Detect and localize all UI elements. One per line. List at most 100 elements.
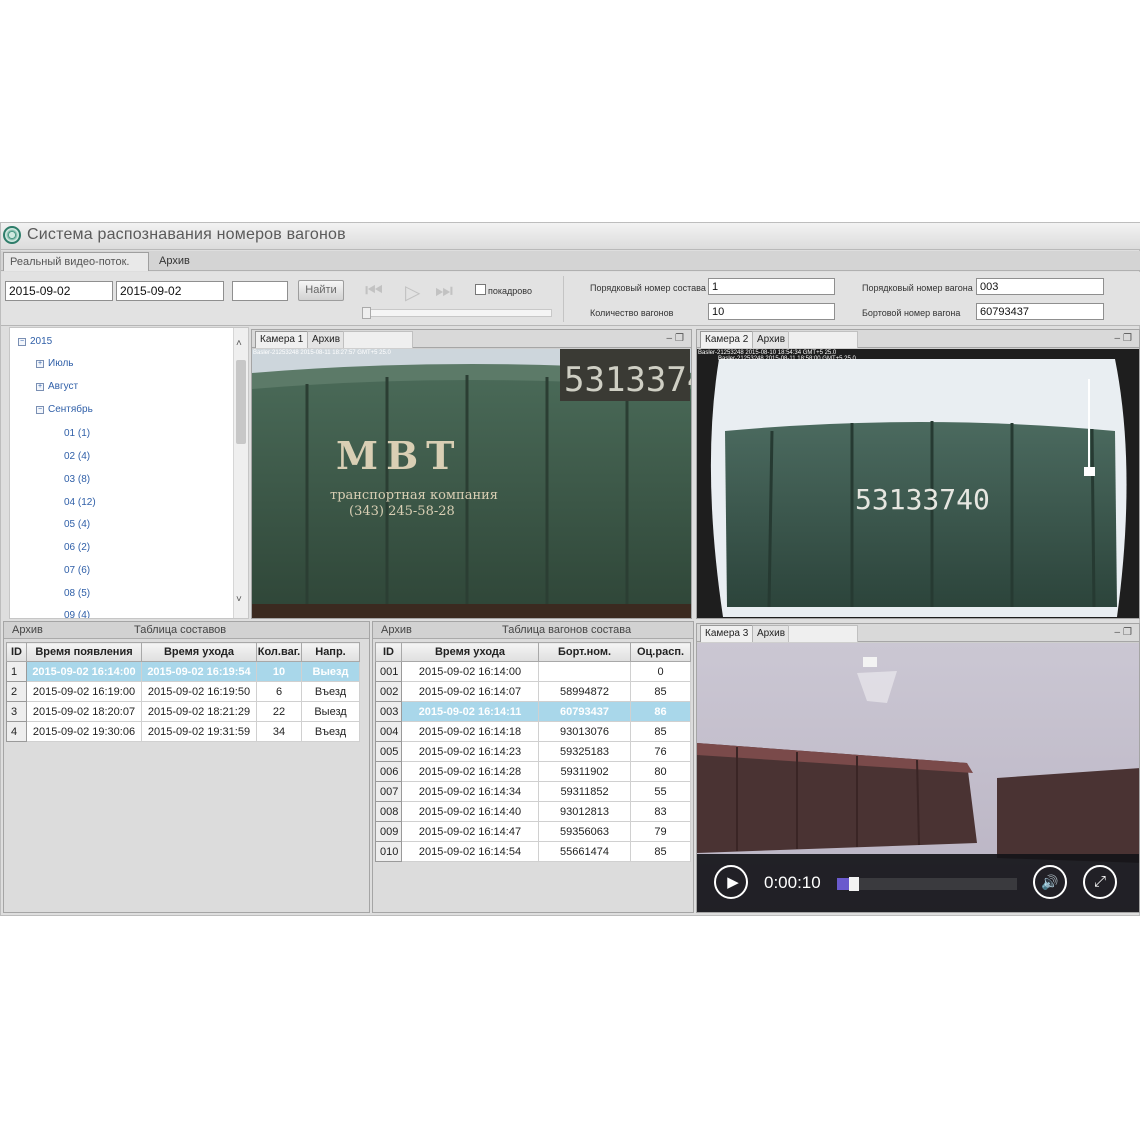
play-icon[interactable]: ▷ xyxy=(405,280,420,305)
table-row[interactable]: 002 2015-09-02 16:14:07 58994872 85 xyxy=(375,681,691,702)
camera-1-overlay-text: Basler-21253248 2015-08-11 18:27:57 GMT+… xyxy=(253,350,391,356)
column-header[interactable]: Время появления xyxy=(26,642,142,662)
video-time: 0:00:10 xyxy=(764,873,821,892)
wagon-count-field[interactable] xyxy=(708,303,835,320)
table-row[interactable]: 001 2015-09-02 16:14:00 0 xyxy=(375,661,691,682)
table-row[interactable]: 009 2015-09-02 16:14:47 59356063 79 xyxy=(375,821,691,842)
table-cell: 80 xyxy=(630,761,691,782)
tree-node-month[interactable]: + Август xyxy=(36,381,78,392)
train-order-field[interactable] xyxy=(708,278,835,295)
row-id-cell: 1 xyxy=(6,661,27,682)
tab-camera-1-archive[interactable]: Архив xyxy=(307,331,346,348)
table-row[interactable]: 003 2015-09-02 16:14:11 60793437 86 xyxy=(375,701,691,722)
column-header[interactable]: Кол.ваг. xyxy=(256,642,302,662)
video-progress-handle[interactable] xyxy=(849,877,859,891)
playback-slider[interactable] xyxy=(362,309,552,317)
table-row[interactable]: 3 2015-09-02 18:20:07 2015-09-02 18:21:29 2… xyxy=(6,701,360,722)
table-row[interactable]: 006 2015-09-02 16:14:28 59311902 80 xyxy=(375,761,691,782)
video-progress-fill xyxy=(837,878,849,890)
tab-camera-2-archive[interactable]: Архив xyxy=(752,331,791,348)
tree-scrollbar-thumb[interactable] xyxy=(236,360,246,444)
tree-node-day[interactable]: 07 (6) xyxy=(64,565,90,576)
board-number-field[interactable] xyxy=(976,303,1104,320)
wagon-order-field[interactable] xyxy=(976,278,1104,295)
window-buttons-icon[interactable]: –❐ xyxy=(1114,333,1135,344)
column-header[interactable]: Напр. xyxy=(301,642,360,662)
column-header[interactable]: ID xyxy=(375,642,402,662)
table-row[interactable]: 008 2015-09-02 16:14:40 93012813 83 xyxy=(375,801,691,822)
wagons-table-panel: Архив Таблица вагонов состава ID Время у… xyxy=(372,621,694,913)
table-cell: 10 xyxy=(256,661,302,682)
tab-camera-3-archive[interactable]: Архив xyxy=(752,625,791,642)
camera-1-frame: 53133740 МВТ транспортная компания (343)… xyxy=(252,349,691,618)
playback-slider-handle[interactable] xyxy=(362,307,371,319)
tree-scrollbar[interactable]: ˄ ˅ xyxy=(233,328,248,618)
tree-node-day[interactable]: 08 (5) xyxy=(64,588,90,599)
column-header[interactable]: Оц.расп. xyxy=(630,642,691,662)
volume-button[interactable]: 🔊 xyxy=(1033,865,1067,899)
tab-camera-1[interactable]: Камера 1 xyxy=(255,331,309,348)
skip-back-icon[interactable]: ⏮ xyxy=(365,280,383,303)
tree-node-day[interactable]: 04 (12) xyxy=(64,497,96,508)
camera-2-frame: 53133740 xyxy=(697,349,1139,618)
tree-node-day[interactable]: 09 (4) xyxy=(64,610,90,618)
toolbar-divider xyxy=(563,276,564,322)
chevron-down-icon[interactable]: ˅ xyxy=(236,594,242,605)
table-cell: 2015-09-02 16:14:28 xyxy=(401,761,539,782)
collapse-icon[interactable]: − xyxy=(36,406,44,414)
table-cell: 85 xyxy=(630,841,691,862)
date-from-input[interactable] xyxy=(5,281,113,301)
expand-icon[interactable]: + xyxy=(36,383,44,391)
fullscreen-button[interactable]: ⤢ xyxy=(1083,865,1117,899)
window-buttons-icon[interactable]: –❐ xyxy=(666,333,687,344)
find-button[interactable]: Найти xyxy=(298,280,344,301)
table-row[interactable]: 004 2015-09-02 16:14:18 93013076 85 xyxy=(375,721,691,742)
camera-1-video[interactable]: 53133740 МВТ транспортная компания (343)… xyxy=(252,349,691,618)
table-cell: 59356063 xyxy=(538,821,631,842)
camera-1-company-phone: (343) 245-58-28 xyxy=(349,504,455,519)
skip-forward-icon[interactable]: ⏭ xyxy=(435,280,453,303)
column-header[interactable]: ID xyxy=(6,642,27,662)
table-row[interactable]: 2 2015-09-02 16:19:00 2015-09-02 16:19:50 6… xyxy=(6,681,360,702)
expand-icon[interactable]: + xyxy=(36,360,44,368)
tree-node-day[interactable]: 02 (4) xyxy=(64,451,90,462)
table-cell: Въезд xyxy=(301,681,360,702)
column-header[interactable]: Время ухода xyxy=(401,642,539,662)
collapse-icon[interactable]: − xyxy=(18,338,26,346)
tab-camera-2[interactable]: Камера 2 xyxy=(700,331,754,348)
tree-node-day[interactable]: 01 (1) xyxy=(64,428,90,439)
tab-archive[interactable]: Архив xyxy=(153,252,213,271)
tree-node-day[interactable]: 06 (2) xyxy=(64,542,90,553)
table-cell: 2015-09-02 18:21:29 xyxy=(141,701,257,722)
tab-live-stream[interactable]: Реальный видео-поток. xyxy=(3,252,149,271)
chevron-up-icon[interactable]: ˄ xyxy=(236,338,242,349)
date-to-input[interactable] xyxy=(116,281,224,301)
camera-3-video[interactable]: ▶ 0:00:10 🔊 ⤢ xyxy=(697,643,1139,912)
table-cell: 76 xyxy=(630,741,691,762)
table-row[interactable]: 005 2015-09-02 16:14:23 59325183 76 xyxy=(375,741,691,762)
table-row[interactable]: 007 2015-09-02 16:14:34 59311852 55 xyxy=(375,781,691,802)
tree-node-year[interactable]: −2015 xyxy=(18,336,52,347)
table-row[interactable]: 4 2015-09-02 19:30:06 2015-09-02 19:31:59 3… xyxy=(6,721,360,742)
column-header[interactable]: Время ухода xyxy=(141,642,257,662)
window-buttons-icon[interactable]: –❐ xyxy=(1114,627,1135,638)
tree-node-month[interactable]: + Июль xyxy=(36,358,74,369)
column-header[interactable]: Борт.ном. xyxy=(538,642,631,662)
search-input[interactable] xyxy=(232,281,288,301)
row-id-cell: 4 xyxy=(6,721,27,742)
tree-node-month[interactable]: − Сентябрь xyxy=(36,404,93,415)
tree-node-day[interactable]: 05 (4) xyxy=(64,519,90,530)
table-row[interactable]: 1 2015-09-02 16:14:00 2015-09-02 16:19:54 1… xyxy=(6,661,360,682)
play-button[interactable]: ▶ xyxy=(714,865,748,899)
table-row[interactable]: 010 2015-09-02 16:14:54 55661474 85 xyxy=(375,841,691,862)
table-cell: 2015-09-02 16:14:40 xyxy=(401,801,539,822)
tree-node-day[interactable]: 03 (8) xyxy=(64,474,90,485)
video-progress-track[interactable] xyxy=(837,878,1017,890)
table-cell: 83 xyxy=(630,801,691,822)
row-id-cell: 009 xyxy=(375,821,402,842)
frame-by-frame-checkbox[interactable] xyxy=(475,284,486,295)
camera-1-tab-spacer xyxy=(343,331,413,348)
camera-2-video[interactable]: 53133740 Basler-21253248 2015-08-10 18:5… xyxy=(697,349,1139,618)
tab-camera-3[interactable]: Камера 3 xyxy=(700,625,754,642)
camera-2-overlay-text-2: Basler-21253248 2015-08-11 18:58:00 GMT+… xyxy=(718,356,856,362)
